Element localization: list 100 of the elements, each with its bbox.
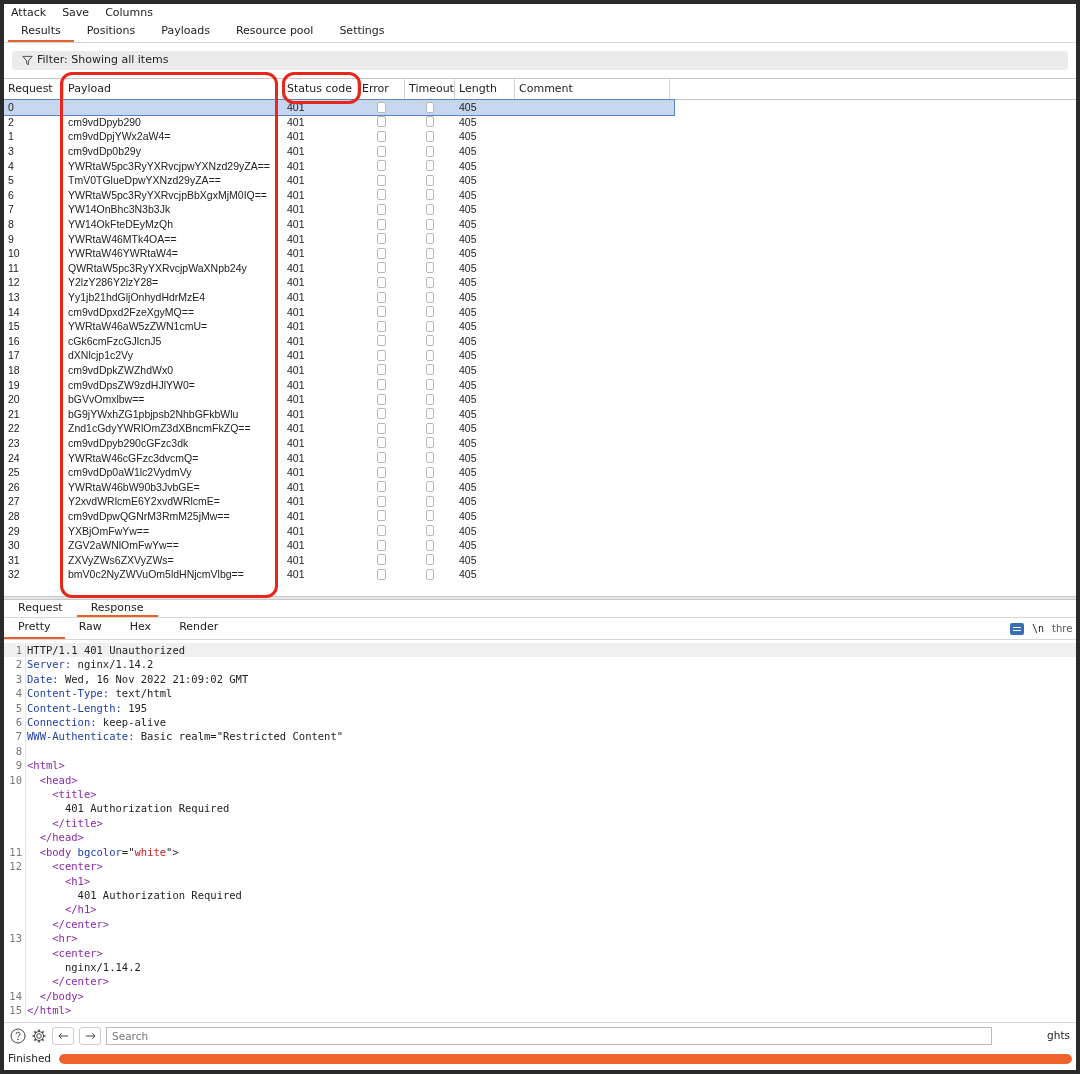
- table-cell-text: bmV0c2NyZWVuOm5ldHNjcmVlbg==: [67, 567, 245, 582]
- table-cell-text: 6: [7, 187, 15, 202]
- tab[interactable]: Request: [4, 600, 77, 617]
- menu-item[interactable]: Attack: [11, 4, 47, 22]
- table-cell-text: 405: [458, 260, 478, 275]
- pretty-print-icon[interactable]: [1009, 622, 1024, 635]
- result-row[interactable]: 3 cm9vdDp0b29y 401 405: [4, 143, 674, 159]
- code-line: </center>: [51, 916, 110, 932]
- table-cell-text: Znd1cGdyYWRlOmZ3dXBncmFkZQ==: [67, 421, 252, 436]
- tab[interactable]: Raw: [64, 618, 116, 639]
- result-row[interactable]: 26 YWRtaW46bW90b3JvbGE= 401 405: [4, 479, 674, 495]
- result-row[interactable]: 5 TmV0TGlueDpwYXNzd29yZA== 401 405: [4, 172, 674, 188]
- status-label: Finished: [8, 1051, 51, 1067]
- table-cell-text: 405: [458, 421, 478, 436]
- result-row[interactable]: 10 YWRtaW46YWRtaW4= 401 405: [4, 245, 674, 261]
- result-row[interactable]: 15 YWRtaW46aW5zZWN1cmU= 401 405: [4, 318, 674, 334]
- table-cell-text: 12: [7, 275, 21, 290]
- result-row[interactable]: 30 ZGV2aWNlOmFwYw== 401 405: [4, 537, 674, 553]
- table-cell-text: cm9vdDpjYWx2aW4=: [67, 129, 172, 144]
- table-cell-text: 405: [458, 100, 478, 115]
- result-row[interactable]: 4 YWRtaW5pc3RyYXRvcjpwYXNzd29yZA== 401 405: [4, 158, 674, 173]
- forward-button[interactable]: [79, 1026, 101, 1045]
- line-number: 15: [9, 1004, 22, 1017]
- result-row[interactable]: 20 bGVvOmxlbw== 401 405: [4, 391, 674, 407]
- result-row[interactable]: 27 Y2xvdWRlcmE6Y2xvdWRlcmE= 401 405: [4, 494, 674, 509]
- tab[interactable]: Pretty: [4, 618, 65, 639]
- result-row[interactable]: 16 cGk6cmFzcGJlcnJ5 401 405: [4, 333, 674, 349]
- result-row[interactable]: 2 cm9vdDpyb290 401 405: [4, 114, 674, 130]
- result-row[interactable]: 32 bmV0c2NyZWVuOm5ldHNjcmVlbg== 401 405: [4, 567, 674, 582]
- table-cell-text: 405: [458, 187, 478, 202]
- tab[interactable]: Hex: [115, 618, 166, 639]
- tab[interactable]: Payloads: [148, 22, 223, 42]
- tab[interactable]: Response: [76, 600, 158, 617]
- result-row[interactable]: 24 YWRtaW46cGFzc3dvcmQ= 401 405: [4, 450, 674, 465]
- table-cell-text: 401: [286, 435, 306, 450]
- table-cell-text: 23: [7, 435, 21, 450]
- tab[interactable]: Positions: [73, 22, 149, 42]
- result-row[interactable]: 6 YWRtaW5pc3RyYXRvcjpBbXgxMjM0IQ== 401 405: [4, 187, 674, 203]
- table-cell-text: 405: [458, 392, 478, 407]
- table-cell-text: 401: [286, 406, 306, 421]
- tab[interactable]: Settings: [326, 22, 398, 42]
- tab[interactable]: Render: [165, 618, 233, 639]
- result-row[interactable]: 8 YW14OkFteDEyMzQh 401 405: [4, 216, 674, 232]
- table-cell-text: 401: [286, 538, 306, 553]
- table-cell-text: 401: [286, 246, 306, 261]
- filter-bar[interactable]: Filter: Showing all items: [12, 51, 1068, 70]
- result-row[interactable]: 21 bG9jYWxhZG1pbjpsb2NhbGFkbWlu 401 405: [4, 406, 674, 422]
- table-cell-text: 405: [458, 231, 478, 246]
- settings-icon[interactable]: [31, 1027, 47, 1044]
- table-cell-text: 405: [458, 319, 478, 334]
- help-icon[interactable]: [10, 1027, 26, 1044]
- result-row[interactable]: 25 cm9vdDp0aW1lc2VydmVy 401 405: [4, 464, 674, 480]
- table-cell-text: 405: [458, 348, 478, 363]
- result-row[interactable]: 22 Znd1cGdyYWRlOmZ3dXBncmFkZQ== 401 405: [4, 421, 674, 436]
- table-cell-text: 405: [458, 158, 478, 173]
- line-number: 8: [15, 744, 22, 757]
- back-button[interactable]: [52, 1026, 74, 1045]
- table-cell-text: 401: [286, 494, 306, 509]
- table-cell-text: 11: [7, 260, 20, 275]
- tab[interactable]: Resource pool: [222, 22, 327, 42]
- table-cell-text: 405: [458, 363, 478, 377]
- menu-item[interactable]: Save: [62, 4, 90, 22]
- result-row[interactable]: 13 Yy1jb21hdGljOnhydHdrMzE4 401 405: [4, 289, 674, 305]
- code-line: <h1>: [63, 873, 91, 888]
- table-cell-text: 8: [7, 217, 15, 232]
- table-cell-text: 405: [458, 275, 478, 290]
- line-number: 10: [9, 773, 22, 786]
- result-row[interactable]: 23 cm9vdDpyb290cGFzc3dk 401 405: [4, 435, 674, 451]
- result-row[interactable]: 29 YXBjOmFwYw== 401 405: [4, 523, 674, 538]
- code-line: <head>: [38, 772, 78, 788]
- result-row[interactable]: 19 cm9vdDpsZW9zdHJlYW0= 401 405: [4, 377, 674, 392]
- line-number: 1: [15, 644, 22, 656]
- table-cell-text: cGk6cmFzcGJlcnJ5: [67, 333, 163, 348]
- menu-item[interactable]: Columns: [105, 4, 153, 22]
- result-row[interactable]: 7 YW14OnBhc3N3b3Jk 401 405: [4, 202, 674, 217]
- table-cell-text: YW14OkFteDEyMzQh: [67, 217, 175, 232]
- result-row[interactable]: 11 QWRtaW5pc3RyYXRvcjpWaXNpb24y 401 405: [4, 260, 674, 276]
- code-line: WWW-Authenticate: Basic realm="Restricted Content": [26, 729, 344, 744]
- result-row[interactable]: 31 ZXVyZWs6ZXVyZWs= 401 405: [4, 552, 674, 567]
- code-line: </h1>: [63, 902, 97, 917]
- table-cell-text: 28: [7, 508, 21, 523]
- tab[interactable]: Results: [8, 22, 74, 42]
- table-cell-text: 401: [286, 202, 306, 217]
- result-row[interactable]: 14 cm9vdDpxd2FzeXgyMQ== 401 405: [4, 304, 674, 319]
- result-row[interactable]: 18 cm9vdDpkZWZhdWx0 401 405: [4, 362, 674, 378]
- table-cell-text: 401: [286, 173, 306, 188]
- result-row[interactable]: 12 Y2lzY286Y2lzY28= 401 405: [4, 275, 674, 290]
- result-row[interactable]: 28 cm9vdDpwQGNrM3RmM25jMw== 401 405: [4, 508, 674, 524]
- table-cell-text: 401: [286, 567, 306, 582]
- table-cell-text: 401: [286, 260, 306, 275]
- result-row[interactable]: 9 YWRtaW46MTk4OA== 401 405: [4, 231, 674, 246]
- table-cell-text: 5: [7, 173, 15, 188]
- search-field[interactable]: Search: [106, 1026, 992, 1045]
- result-row[interactable]: 1 cm9vdDpjYWx2aW4= 401 405: [4, 129, 674, 144]
- result-row[interactable]: 17 dXNlcjp1c2Vy 401 405: [4, 348, 674, 363]
- newline-toggle[interactable]: \n: [1031, 621, 1044, 636]
- word-wrap-label[interactable]: thre: [1052, 621, 1076, 636]
- table-cell-text: YW14OnBhc3N3b3Jk: [67, 202, 172, 217]
- table-cell-text: 9: [7, 231, 15, 246]
- table-cell-text: 401: [286, 552, 306, 567]
